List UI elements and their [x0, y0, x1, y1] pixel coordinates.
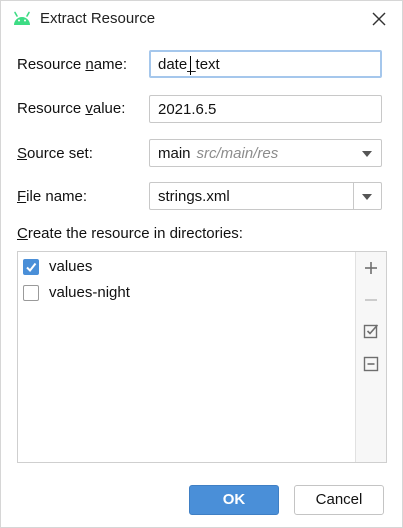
chevron-down-icon: [362, 151, 372, 157]
combo-divider: [353, 183, 354, 209]
resource-value-label: Resource value:: [17, 100, 126, 117]
android-icon: [12, 11, 32, 27]
resource-name-value: date_text: [158, 56, 220, 73]
file-name-combo[interactable]: strings.xml: [149, 182, 382, 210]
add-icon[interactable]: [362, 259, 380, 277]
directories-label: Create the resource in directories:: [17, 225, 243, 242]
source-set-hint: src/main/res: [196, 145, 279, 162]
source-set-select[interactable]: main src/main/res: [149, 139, 382, 167]
title-bar: Extract Resource: [1, 1, 402, 39]
dialog-title: Extract Resource: [40, 10, 156, 27]
directories-list: values values-night: [18, 252, 356, 462]
close-icon[interactable]: [369, 9, 389, 29]
text-caret: [190, 56, 191, 75]
resource-value-input[interactable]: 2021.6.5: [149, 95, 382, 123]
extract-resource-dialog: Extract Resource Resource name: date_tex…: [0, 0, 403, 528]
list-item-label: values: [49, 258, 93, 275]
file-name-label: File name:: [17, 188, 88, 205]
source-set-label: Source set:: [17, 145, 93, 162]
uncheck-all-icon[interactable]: [362, 355, 380, 373]
remove-icon[interactable]: [362, 291, 380, 309]
source-set-value: main src/main/res: [158, 145, 279, 162]
list-item-label: values-night: [49, 284, 130, 301]
directories-panel: values values-night: [17, 251, 387, 463]
checkbox-values[interactable]: [23, 259, 39, 275]
chevron-down-icon[interactable]: [362, 194, 372, 200]
checkbox-values-night[interactable]: [23, 285, 39, 301]
resource-value-value: 2021.6.5: [158, 101, 217, 118]
cancel-button[interactable]: Cancel: [294, 485, 384, 515]
resource-name-input[interactable]: date_text: [149, 50, 382, 78]
directories-toolbar: [355, 252, 386, 462]
file-name-value: strings.xml: [158, 188, 230, 205]
ok-button[interactable]: OK: [189, 485, 279, 515]
resource-name-label: Resource name:: [17, 56, 128, 73]
check-all-icon[interactable]: [362, 322, 380, 340]
